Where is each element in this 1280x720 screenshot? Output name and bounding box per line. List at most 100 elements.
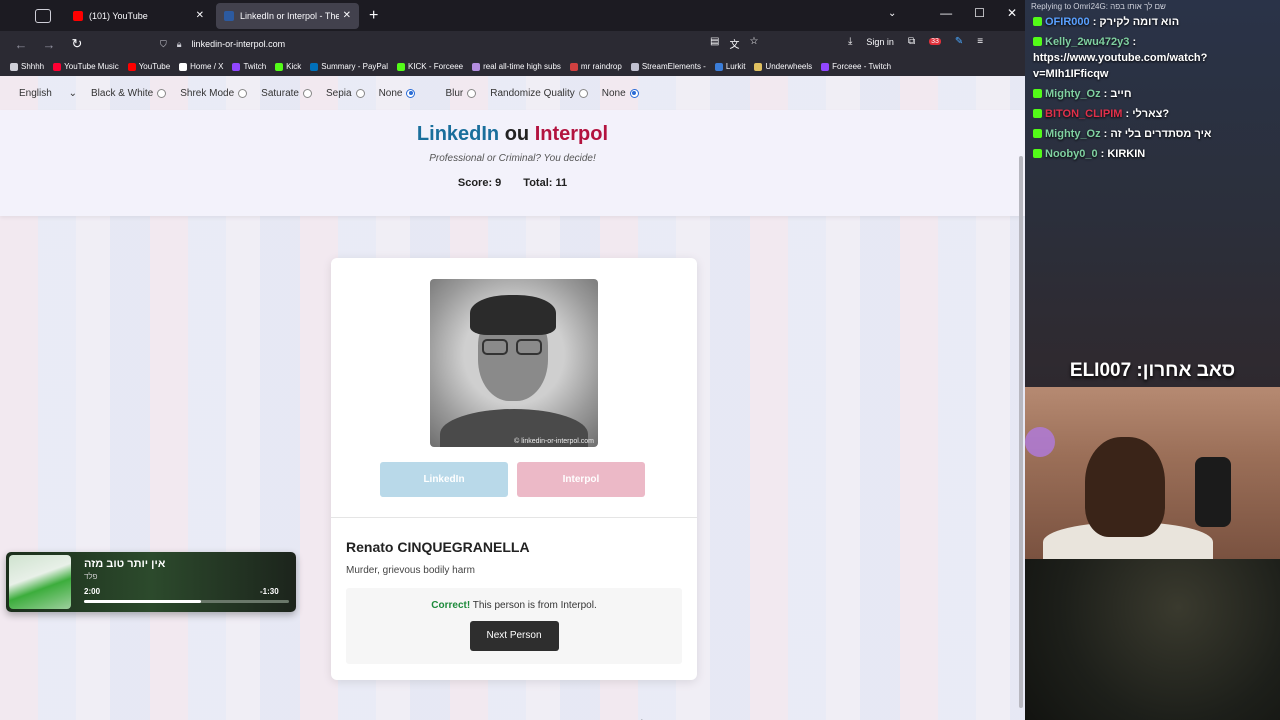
chat-text: https://www.youtube.com/watch?v=MIh1IFfi… [1033, 52, 1208, 80]
filter-sepia[interactable]: Sepia [326, 88, 365, 99]
sign-in-button[interactable]: Sign in [866, 37, 894, 47]
bookmark-item[interactable]: StreamElements - [630, 62, 706, 71]
new-tab-button[interactable]: + [369, 7, 378, 25]
radio-icon[interactable] [302, 88, 312, 98]
chat-separator: : [1097, 148, 1108, 160]
translate-icon[interactable]: 文 [729, 36, 739, 51]
site-favicon-icon [224, 10, 234, 21]
chat-username[interactable]: BITON_CLIPIM [1045, 108, 1122, 120]
total-value: Total: 11 [523, 177, 568, 189]
page-scrollbar[interactable] [1019, 156, 1023, 708]
person-detail: Murder, grievous bodily harm [346, 565, 475, 576]
chat-message: OFIR000 : הוא דומה לקירק [1033, 14, 1277, 30]
quality-label: Blur [445, 87, 464, 99]
menu-icon[interactable]: ≡ [977, 36, 983, 47]
minimize-button[interactable]: — [940, 6, 952, 20]
bookmark-star-icon[interactable]: ☆ [749, 36, 758, 51]
url-text[interactable]: linkedin-or-interpol.com [192, 39, 286, 49]
reload-icon[interactable]: ↻ [70, 36, 84, 52]
maximize-button[interactable]: ☐ [974, 6, 985, 20]
kick-badge-icon [1033, 149, 1042, 158]
next-person-button[interactable]: Next Person [469, 621, 559, 651]
tab-bar: (101) YouTube ✕ LinkedIn or Interpol - T… [0, 0, 1025, 31]
radio-icon[interactable] [467, 88, 477, 98]
bookmark-label: mr raindrop [580, 62, 622, 71]
chat-separator: : [1122, 108, 1133, 120]
bookmark-label: Summary - PayPal [321, 62, 388, 71]
filter-black-white[interactable]: Black & White [91, 87, 167, 99]
close-tab-icon[interactable]: ✕ [196, 10, 204, 21]
bookmark-item[interactable]: real all-time high subs [472, 62, 561, 71]
bookmark-item[interactable]: Lurkit [714, 62, 745, 71]
tab-youtube[interactable]: (101) YouTube ✕ [65, 3, 212, 29]
reply-context: Replying to Omri24G: שם לך אותו בפה [1031, 2, 1166, 11]
chat-username[interactable]: OFIR000 [1045, 16, 1090, 28]
progress-bar[interactable] [84, 600, 289, 603]
lock-icon[interactable]: 🔒︎ [177, 39, 182, 50]
shield-icon[interactable]: ⛉ [160, 39, 167, 50]
extensions-icon[interactable]: ⧉ [908, 36, 915, 47]
filter-label: Black & White [91, 87, 154, 99]
extension-icon[interactable]: ✎ [955, 36, 963, 47]
kick-badge-icon [1033, 89, 1042, 98]
extension-badge[interactable]: 33 [929, 38, 941, 45]
forward-icon[interactable]: → [42, 37, 56, 52]
bookmark-label: KICK - Forceee [407, 62, 464, 71]
tab-title: (101) YouTube [89, 10, 148, 21]
bookmark-item[interactable]: Kick [275, 62, 301, 71]
bookmark-item[interactable]: KICK - Forceee [396, 62, 464, 71]
back-icon[interactable]: ← [14, 37, 28, 52]
bookmark-item[interactable]: YouTube [127, 62, 171, 71]
quality-blur[interactable]: Blur [445, 87, 477, 99]
tab-list-icon[interactable] [35, 8, 51, 23]
radio-icon[interactable] [578, 88, 588, 98]
quality-none[interactable]: None [602, 88, 639, 99]
chat-username[interactable]: Mighty_Oz [1045, 128, 1101, 140]
bookmark-item[interactable]: Home / X [179, 62, 223, 71]
bookmark-item[interactable]: Summary - PayPal [310, 62, 388, 71]
person-photo: © linkedin-or-interpol.com [430, 279, 598, 447]
song-title: אין יותר טוב מזה [84, 558, 166, 570]
bookmark-item[interactable]: YouTube Music [53, 62, 119, 71]
bookmark-favicon-icon [569, 62, 578, 71]
close-window-button[interactable]: ✕ [1007, 6, 1017, 20]
chevron-down-icon[interactable]: ⌄ [888, 8, 896, 19]
linkedin-button[interactable]: LinkedIn [380, 462, 508, 497]
bookmark-label: Underwheels [765, 62, 813, 71]
chat-message: Mighty_Oz : חייב [1033, 86, 1277, 102]
tab-linkedin-interpol[interactable]: LinkedIn or Interpol - The Game ✕ [216, 2, 359, 29]
radio-icon[interactable] [238, 88, 248, 98]
chat-username[interactable]: Kelly_2wu472y3 [1045, 36, 1129, 48]
filter-shrek-mode[interactable]: Shrek Mode [180, 88, 248, 99]
radio-icon[interactable] [157, 88, 167, 98]
bookmark-item[interactable]: Shhhh [10, 62, 44, 71]
close-tab-icon[interactable]: ✕ [343, 10, 351, 21]
result-message: Correct! This person is from Interpol. [346, 600, 682, 611]
bookmark-item[interactable]: Underwheels [754, 62, 812, 71]
radio-selected-icon[interactable] [629, 88, 639, 98]
bookmark-label: YouTube [138, 62, 171, 71]
bookmark-favicon-icon [630, 62, 639, 71]
title-linkedin: LinkedIn [416, 123, 500, 145]
radio-selected-icon[interactable] [406, 88, 416, 98]
language-select[interactable]: English ⌄ [19, 88, 77, 99]
chat-message: BITON_CLIPIM : צארלי? [1033, 106, 1277, 122]
bookmark-item[interactable]: Twitch [232, 62, 266, 71]
filter-saturate[interactable]: Saturate [261, 88, 312, 99]
chat-username[interactable]: Nooby0_0 [1045, 148, 1098, 160]
download-icon[interactable]: ⤓ [848, 36, 852, 47]
address-bar[interactable]: ⛉ 🔒︎ linkedin-or-interpol.com [160, 35, 770, 53]
reader-view-icon[interactable]: ▤ [710, 36, 719, 51]
bookmark-favicon-icon [53, 62, 62, 71]
chat-text: חייב [1110, 88, 1132, 100]
chat-username[interactable]: Mighty_Oz [1045, 88, 1101, 100]
score-panel: Score: 9 Total: 11 [0, 177, 1025, 189]
interpol-button[interactable]: Interpol [517, 462, 645, 497]
quality-randomize[interactable]: Randomize Quality [490, 88, 588, 99]
bookmark-item[interactable]: mr raindrop [569, 62, 622, 71]
chat-list: OFIR000 : הוא דומה לקירק Kelly_2wu472y3 :… [1033, 14, 1277, 166]
bookmark-item[interactable]: Forceee - Twitch [821, 62, 891, 71]
radio-icon[interactable] [355, 88, 365, 98]
filter-none[interactable]: None [379, 88, 416, 99]
bookmark-label: Home / X [190, 62, 224, 71]
